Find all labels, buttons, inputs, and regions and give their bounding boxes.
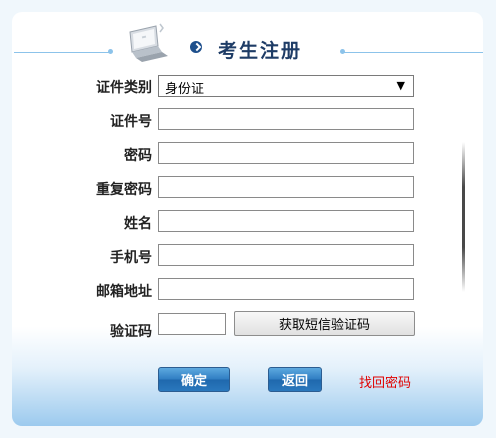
header-divider-dot-left [108,49,113,54]
header-divider-left [14,52,110,53]
page-background: 考生注册 证件类别 身份证 ▼ 证件号 密码 重复密码 姓名 手机号 邮箱地址 … [0,0,496,438]
phone-input[interactable] [158,244,414,266]
phone-label: 手机号 [110,250,152,266]
email-label: 邮箱地址 [96,284,152,300]
name-input[interactable] [158,210,414,232]
back-button[interactable]: 返回 [268,367,322,392]
chevron-right-icon [190,41,202,53]
confirm-password-input[interactable] [158,176,414,198]
id-number-input[interactable] [158,108,414,130]
id-type-label: 证件类别 [96,80,152,96]
code-input[interactable] [158,313,226,335]
id-type-selected-value: 身份证 [165,82,205,97]
confirm-button[interactable]: 确定 [158,367,230,392]
id-number-label: 证件号 [110,114,152,130]
code-label: 验证码 [110,324,152,340]
page-title: 考生注册 [218,40,303,62]
confirm-password-label: 重复密码 [96,182,152,198]
get-sms-code-button[interactable]: 获取短信验证码 [234,311,415,336]
name-label: 姓名 [124,216,152,232]
find-password-link[interactable]: 找回密码 [359,372,411,391]
dropdown-arrow-icon: ▼ [396,79,405,92]
password-label: 密码 [124,148,152,164]
password-input[interactable] [158,142,414,164]
header-divider-dot-right [340,49,345,54]
panel-shadow-line [462,142,465,292]
monitor-icon [129,23,168,62]
header-divider-right [342,52,483,53]
email-input[interactable] [158,278,414,300]
id-type-select[interactable]: 身份证 ▼ [158,75,414,97]
